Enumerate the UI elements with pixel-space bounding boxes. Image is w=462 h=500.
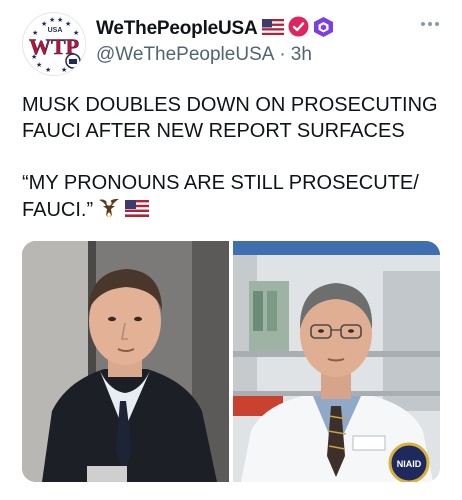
photo-right[interactable]: NIAID <box>233 241 440 482</box>
svg-text:★: ★ <box>49 16 55 24</box>
author-handle[interactable]: @WeThePeopleUSA <box>96 44 274 66</box>
avatar[interactable]: ★★★★ ★★ ★★★ ★★ USA WTP <box>22 12 86 76</box>
svg-text:★: ★ <box>45 66 51 74</box>
svg-text:★: ★ <box>41 20 47 28</box>
us-flag-icon <box>261 18 284 40</box>
svg-text:USA: USA <box>48 27 63 34</box>
svg-text:★: ★ <box>57 16 63 24</box>
svg-text:★: ★ <box>65 20 71 28</box>
svg-text:NIAID: NIAID <box>397 459 422 469</box>
more-dot-icon <box>435 22 439 26</box>
more-options-button[interactable] <box>416 14 444 34</box>
svg-text:★: ★ <box>61 66 67 74</box>
tweet-header: ★★★★ ★★ ★★★ ★★ USA WTP WeThePeopleUSA <box>0 0 462 80</box>
tweet-media: NIAID <box>22 241 440 482</box>
author-handle-row: @WeThePeopleUSA · 3h <box>96 42 312 68</box>
more-dot-icon <box>428 22 432 26</box>
author-name-row: WeThePeopleUSA <box>96 16 334 42</box>
eagle-icon <box>97 196 121 225</box>
tweet-text: MUSK DOUBLES DOWN ON PROSECUTING FAUCI A… <box>22 92 447 225</box>
purple-hexagon-badge-icon <box>313 16 334 43</box>
more-dot-icon <box>421 22 425 26</box>
author-display-name[interactable]: WeThePeopleUSA <box>96 18 258 40</box>
separator-dot: · <box>279 44 286 65</box>
verified-red-check-icon <box>288 16 309 42</box>
tweet-text-paragraph: “MY PRONOUNS ARE STILL PROSECUTE/ FAUCI.… <box>22 170 447 225</box>
tweet-text-paragraph: MUSK DOUBLES DOWN ON PROSECUTING FAUCI A… <box>22 94 438 142</box>
photo-left[interactable] <box>22 241 229 482</box>
svg-text:★: ★ <box>36 61 42 69</box>
us-flag-icon <box>125 198 150 224</box>
timestamp[interactable]: 3h <box>291 44 312 66</box>
